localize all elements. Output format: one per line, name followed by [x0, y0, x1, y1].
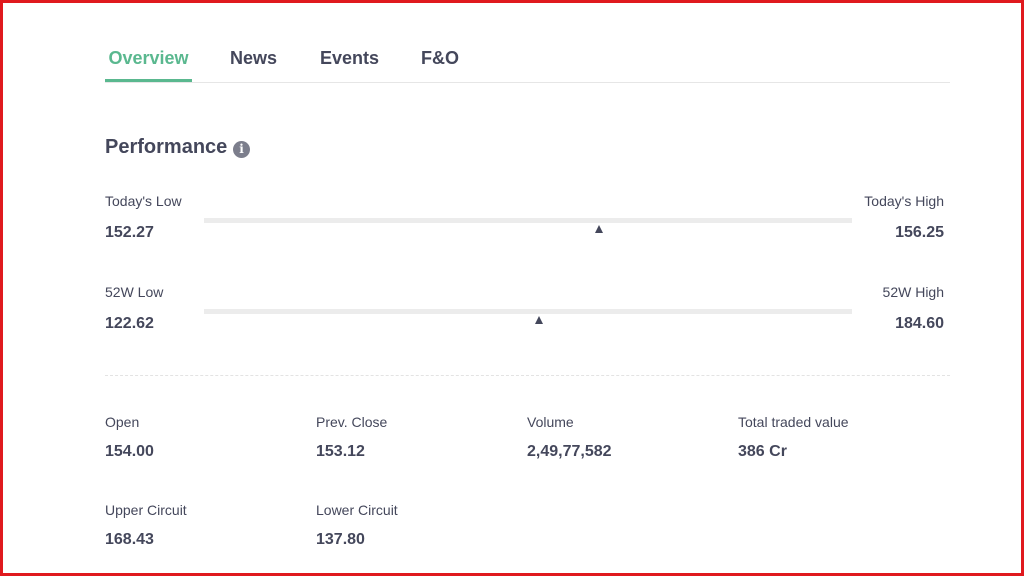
- stat-total-traded-value: 386 Cr: [738, 443, 787, 460]
- stat-prev-close-label: Prev. Close: [316, 414, 388, 430]
- week52-high-label: 52W High: [882, 284, 944, 300]
- tab-events[interactable]: Events: [320, 41, 379, 80]
- week52-low-value: 122.62: [105, 315, 154, 332]
- stat-volume-value: 2,49,77,582: [527, 443, 612, 460]
- stat-lower-circuit-label: Lower Circuit: [316, 502, 398, 518]
- stat-total-traded-label: Total traded value: [738, 414, 849, 430]
- today-price-marker-icon: [594, 225, 603, 233]
- week52-range-bar: [204, 309, 852, 314]
- week52-low-label: 52W Low: [105, 284, 164, 300]
- tab-overview[interactable]: Overview: [105, 41, 192, 82]
- divider: [105, 375, 950, 376]
- today-high-value: 156.25: [895, 224, 944, 241]
- stat-lower-circuit-value: 137.80: [316, 531, 365, 548]
- stat-upper-circuit-value: 168.43: [105, 531, 154, 548]
- week52-high-value: 184.60: [895, 315, 944, 332]
- stat-prev-close-value: 153.12: [316, 443, 365, 460]
- stat-volume-label: Volume: [527, 414, 574, 430]
- stat-upper-circuit-label: Upper Circuit: [105, 502, 187, 518]
- today-low-value: 152.27: [105, 224, 154, 241]
- info-icon[interactable]: i: [233, 141, 250, 158]
- week52-price-marker-icon: [535, 316, 544, 324]
- today-high-label: Today's High: [864, 193, 944, 209]
- today-low-label: Today's Low: [105, 193, 182, 209]
- stat-open-label: Open: [105, 414, 140, 430]
- today-range-bar: [204, 218, 852, 223]
- section-title: Performance: [105, 136, 228, 158]
- tab-fno[interactable]: F&O: [421, 41, 459, 80]
- tab-news[interactable]: News: [230, 41, 277, 80]
- tab-bar: Overview News Events F&O: [105, 41, 950, 83]
- stat-open-value: 154.00: [105, 443, 154, 460]
